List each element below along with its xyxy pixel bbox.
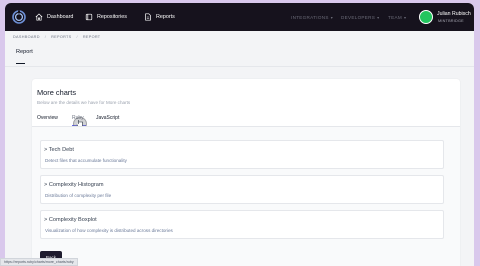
- top-navbar: Dashboard Repositories Reports INTEGRATI…: [5, 3, 474, 31]
- nav-integrations-label: INTEGRATIONS: [291, 14, 329, 20]
- nav-repositories-label: Repositories: [97, 14, 127, 20]
- nav-team-label: TEAM: [388, 14, 402, 20]
- avatar[interactable]: [419, 10, 433, 24]
- nav-dashboard-label: Dashboard: [47, 14, 74, 20]
- chevron-down-icon: ▾: [403, 14, 407, 20]
- accordion-description: Detect files that accumulate functionali…: [45, 158, 127, 163]
- nav-repositories[interactable]: Repositories: [85, 3, 127, 31]
- chevron-down-icon: ▾: [377, 14, 380, 20]
- page-title: Report: [16, 49, 33, 55]
- more-charts-card: More charts Below are the details we hav…: [32, 79, 460, 266]
- accordion-title: > Complexity Boxplot: [44, 217, 97, 223]
- breadcrumb-separator: /: [76, 34, 78, 39]
- app-window: Dashboard Repositories Reports INTEGRATI…: [5, 3, 474, 266]
- accordion-description: Visualization of how complexity is distr…: [45, 228, 173, 233]
- nav-developers[interactable]: DEVELOPERS ▾: [341, 3, 379, 31]
- document-icon: [145, 13, 151, 21]
- repository-icon: [85, 13, 93, 21]
- accordion-complexity-histogram[interactable]: > Complexity Histogram Distribution of c…: [40, 175, 444, 204]
- card-title: More charts: [37, 88, 77, 97]
- home-icon: [35, 13, 43, 21]
- breadcrumb-dashboard[interactable]: DASHBOARD: [13, 35, 40, 39]
- app-logo-icon[interactable]: [12, 10, 26, 24]
- breadcrumb-reports[interactable]: REPORTS: [51, 35, 71, 39]
- title-underline: [16, 63, 25, 64]
- accordion-tech-debt[interactable]: > Tech Debt Detect files that accumulate…: [40, 140, 444, 169]
- breadcrumb: DASHBOARD / REPORTS / REPORT: [13, 32, 100, 41]
- nav-integrations[interactable]: INTEGRATIONS ▾: [291, 3, 333, 31]
- breadcrumb-report: REPORT: [82, 34, 101, 39]
- nav-reports-label: Reports: [156, 14, 175, 20]
- chevron-down-icon: ▾: [330, 14, 334, 20]
- nav-developers-label: DEVELOPERS: [341, 14, 376, 20]
- accordion-complexity-boxplot[interactable]: > Complexity Boxplot Visualization of ho…: [40, 210, 444, 239]
- accordion-title: > Complexity Histogram: [44, 182, 104, 188]
- breadcrumb-separator: /: [44, 34, 47, 39]
- accordion-title: > Tech Debt: [44, 147, 74, 153]
- card-subtitle: Below are the details we have for More c…: [37, 100, 131, 105]
- user-org: MINTBRIDGE: [438, 19, 464, 23]
- nav-team[interactable]: TEAM ▾: [388, 3, 406, 31]
- user-name: Julian Rubisch: [437, 11, 471, 17]
- status-bar-url: https://reports.ruby/charts/more_charts/…: [0, 258, 78, 266]
- tab-overview[interactable]: Overview: [37, 115, 58, 121]
- tab-javascript[interactable]: JavaScript: [96, 115, 119, 121]
- nav-reports[interactable]: Reports: [144, 3, 175, 31]
- nav-dashboard[interactable]: Dashboard: [35, 3, 73, 31]
- header-divider: [5, 66, 474, 67]
- tab-content: > Tech Debt Detect files that accumulate…: [32, 127, 460, 266]
- accordion-description: Distribution of complexity per file: [45, 193, 112, 198]
